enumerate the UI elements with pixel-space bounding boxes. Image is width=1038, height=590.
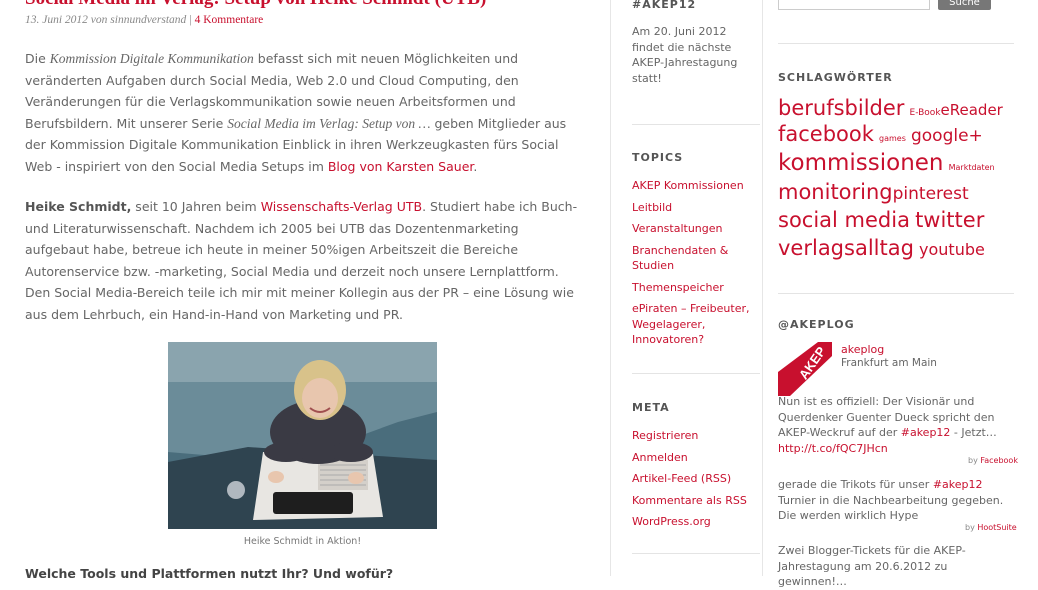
- tag-link[interactable]: twitter: [915, 208, 984, 232]
- tag-link[interactable]: E-Book: [910, 108, 941, 118]
- section-heading: Welche Tools und Plattformen nutzt Ihr? …: [25, 566, 394, 581]
- tag-link[interactable]: pinterest: [893, 184, 969, 204]
- tweet-url-link[interactable]: http://t.co/fQC7JHcn: [778, 442, 888, 455]
- tag-link[interactable]: monitoring: [778, 180, 893, 204]
- tags-widget-title: SCHLAGWÖRTER: [778, 71, 893, 84]
- tag-link[interactable]: berufsbilder: [778, 96, 904, 120]
- tag-link[interactable]: verlagsalltag: [778, 236, 914, 260]
- widget-divider: [632, 553, 760, 554]
- twitter-location: Frankfurt am Main: [841, 357, 937, 369]
- post-date-author: 13. Juni 2012 von sinnundverstand: [25, 14, 187, 26]
- intro-paragraph: Die Kommission Digitale Kommunikation be…: [25, 48, 580, 178]
- twitter-widget-title: @AKEPLOG: [778, 318, 855, 331]
- tag-link[interactable]: facebook: [778, 122, 874, 146]
- column-divider: [610, 0, 611, 576]
- tweet-text: gerade die Trikots für unser: [778, 478, 933, 491]
- tweet: gerade die Trikots für unser #akep12 Tur…: [778, 477, 1014, 524]
- twitter-handle[interactable]: akeplog: [841, 343, 884, 356]
- akep12-widget-title: #AKEP12: [632, 0, 697, 11]
- meta-widget-title: META: [632, 401, 670, 414]
- source-name[interactable]: Facebook: [980, 456, 1018, 465]
- topic-link[interactable]: AKEP Kommissionen: [632, 178, 754, 194]
- topic-link[interactable]: ePiraten – Freibeuter, Wegelagerer, Inno…: [632, 301, 754, 348]
- tag-link[interactable]: Marktdaten: [949, 163, 995, 172]
- utb-link[interactable]: Wissenschafts-Verlag UTB: [261, 199, 422, 214]
- topic-link[interactable]: Leitbild: [632, 200, 754, 216]
- tag-link[interactable]: kommissionen: [778, 150, 944, 176]
- tweet: Zwei Blogger-Tickets für die AKEP-Jahres…: [778, 543, 1014, 590]
- tag-link[interactable]: games: [879, 134, 906, 143]
- tag-link[interactable]: social media: [778, 208, 910, 232]
- source-name[interactable]: HootSuite: [977, 523, 1016, 532]
- post-title-link[interactable]: Social Media im Verlag: Setup von Heike …: [25, 0, 486, 9]
- blog-link[interactable]: Blog von Karsten Sauer: [328, 159, 474, 174]
- tweet-text: - Jetzt…: [950, 426, 997, 439]
- author-name: Heike Schmidt,: [25, 199, 132, 214]
- akep-logo[interactable]: AKEP: [778, 342, 832, 396]
- hashtag-link[interactable]: #akep12: [901, 426, 951, 439]
- tweet-source: by HootSuite: [965, 523, 1017, 532]
- p1-text-4: .: [473, 158, 478, 174]
- meta-link[interactable]: Anmelden: [632, 450, 754, 466]
- post-title[interactable]: Social Media im Verlag: Setup von Heike …: [25, 0, 486, 10]
- post-meta: 13. Juni 2012 von sinnundverstand | 4 Komm…: [25, 14, 263, 26]
- search-button[interactable]: Suche: [938, 0, 991, 10]
- topic-link[interactable]: Themenspeicher: [632, 280, 754, 296]
- tweet-text: Turnier in die Nachbearbeitung gegeben. …: [778, 493, 1004, 523]
- akep12-widget-text: Am 20. Juni 2012 findet die nächste AKEP…: [632, 25, 738, 85]
- meta-link[interactable]: Artikel-Feed (RSS): [632, 471, 754, 487]
- tag-link[interactable]: google+: [911, 126, 983, 146]
- p2-text-2: . Studiert habe ich Buch- und Literaturw…: [25, 199, 578, 322]
- widget-divider: [632, 373, 760, 374]
- tweet-text: Zwei Blogger-Tickets für die AKEP-Jahres…: [778, 544, 966, 588]
- author-photo: [168, 342, 437, 529]
- tag-link[interactable]: eReader: [941, 101, 1003, 119]
- topic-link[interactable]: Branchendaten & Studien: [632, 243, 754, 274]
- meta-separator: |: [189, 14, 192, 26]
- topics-list: AKEP Kommissionen Leitbild Veranstaltung…: [632, 178, 754, 348]
- topic-link[interactable]: Veranstaltungen: [632, 221, 754, 237]
- hashtag-link[interactable]: #akep12: [933, 478, 983, 491]
- meta-link[interactable]: WordPress.org: [632, 514, 754, 530]
- p1-text-1: Die: [25, 51, 50, 66]
- meta-list: Registrieren Anmelden Artikel-Feed (RSS)…: [632, 428, 754, 530]
- tweet-source: by Facebook: [968, 456, 1018, 465]
- p2-text-1: seit 10 Jahren beim: [131, 199, 261, 214]
- photo-caption: Heike Schmidt in Aktion!: [243, 536, 362, 547]
- widget-divider: [778, 43, 1014, 44]
- search-input[interactable]: [778, 0, 930, 10]
- meta-link[interactable]: Registrieren: [632, 428, 754, 444]
- p1-emphasis-2: Social Media im Verlag: Setup von …: [227, 115, 431, 131]
- meta-link[interactable]: Kommentare als RSS: [632, 493, 754, 509]
- widget-divider: [778, 293, 1014, 294]
- by-label: by: [968, 456, 978, 465]
- widget-divider: [632, 124, 760, 125]
- column-divider: [762, 0, 763, 576]
- topics-widget-title: TOPICS: [632, 151, 684, 164]
- comments-link[interactable]: 4 Kommentare: [195, 14, 264, 26]
- bio-paragraph: Heike Schmidt, seit 10 Jahren beim Wisse…: [25, 196, 580, 326]
- tag-link[interactable]: youtube: [919, 240, 985, 259]
- by-label: by: [965, 523, 975, 532]
- p1-emphasis-1: Kommission Digitale Kommunikation: [49, 51, 254, 66]
- tweet: Nun ist es offiziell: Der Visionär und Q…: [778, 394, 1014, 456]
